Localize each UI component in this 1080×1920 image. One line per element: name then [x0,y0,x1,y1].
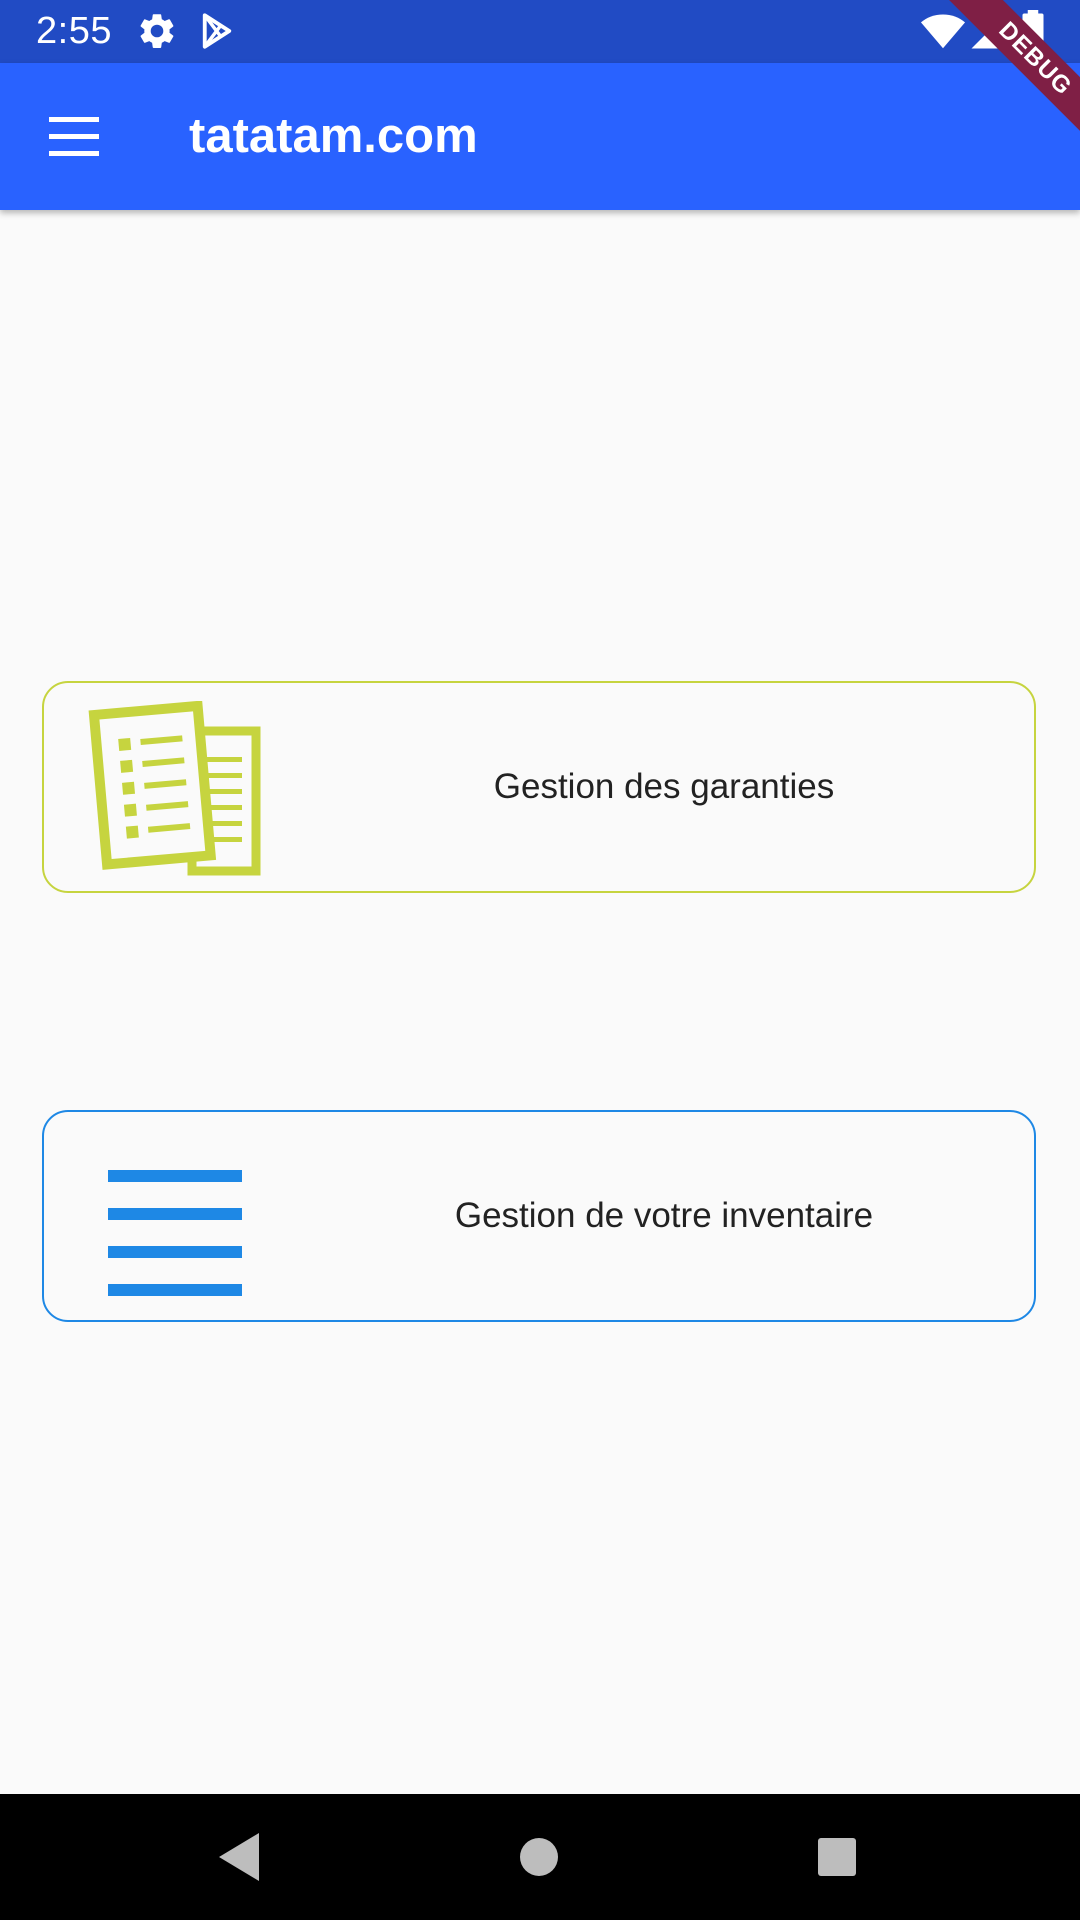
menu-button[interactable] [28,91,120,183]
debug-label: DEBUG [940,0,1080,140]
navigation-bar [0,1794,1080,1920]
documents-icon [88,701,261,876]
warranty-management-label: Gestion des garanties [493,767,835,806]
gear-icon [140,14,174,48]
recents-icon[interactable] [801,1821,873,1893]
status-time: 2:55 [36,10,112,52]
home-icon[interactable] [503,1821,575,1893]
play-store-icon [202,13,232,49]
back-icon[interactable] [203,1821,275,1893]
status-bar: 2:55 [0,0,1080,63]
list-icon [108,1170,242,1296]
app-bar: tatatam.com [0,63,1080,210]
inventory-management-label: Gestion de votre inventaire [454,1196,874,1235]
warranty-management-card[interactable]: Gestion des garanties [42,681,1036,893]
app-screen: 2:55 tatatam.com DEBUG Gestion des garan… [0,0,1080,1920]
menu-icon [49,117,99,156]
inventory-management-card[interactable]: Gestion de votre inventaire [42,1110,1036,1322]
debug-banner: DEBUG [940,0,1080,140]
app-title: tatatam.com [189,109,478,163]
